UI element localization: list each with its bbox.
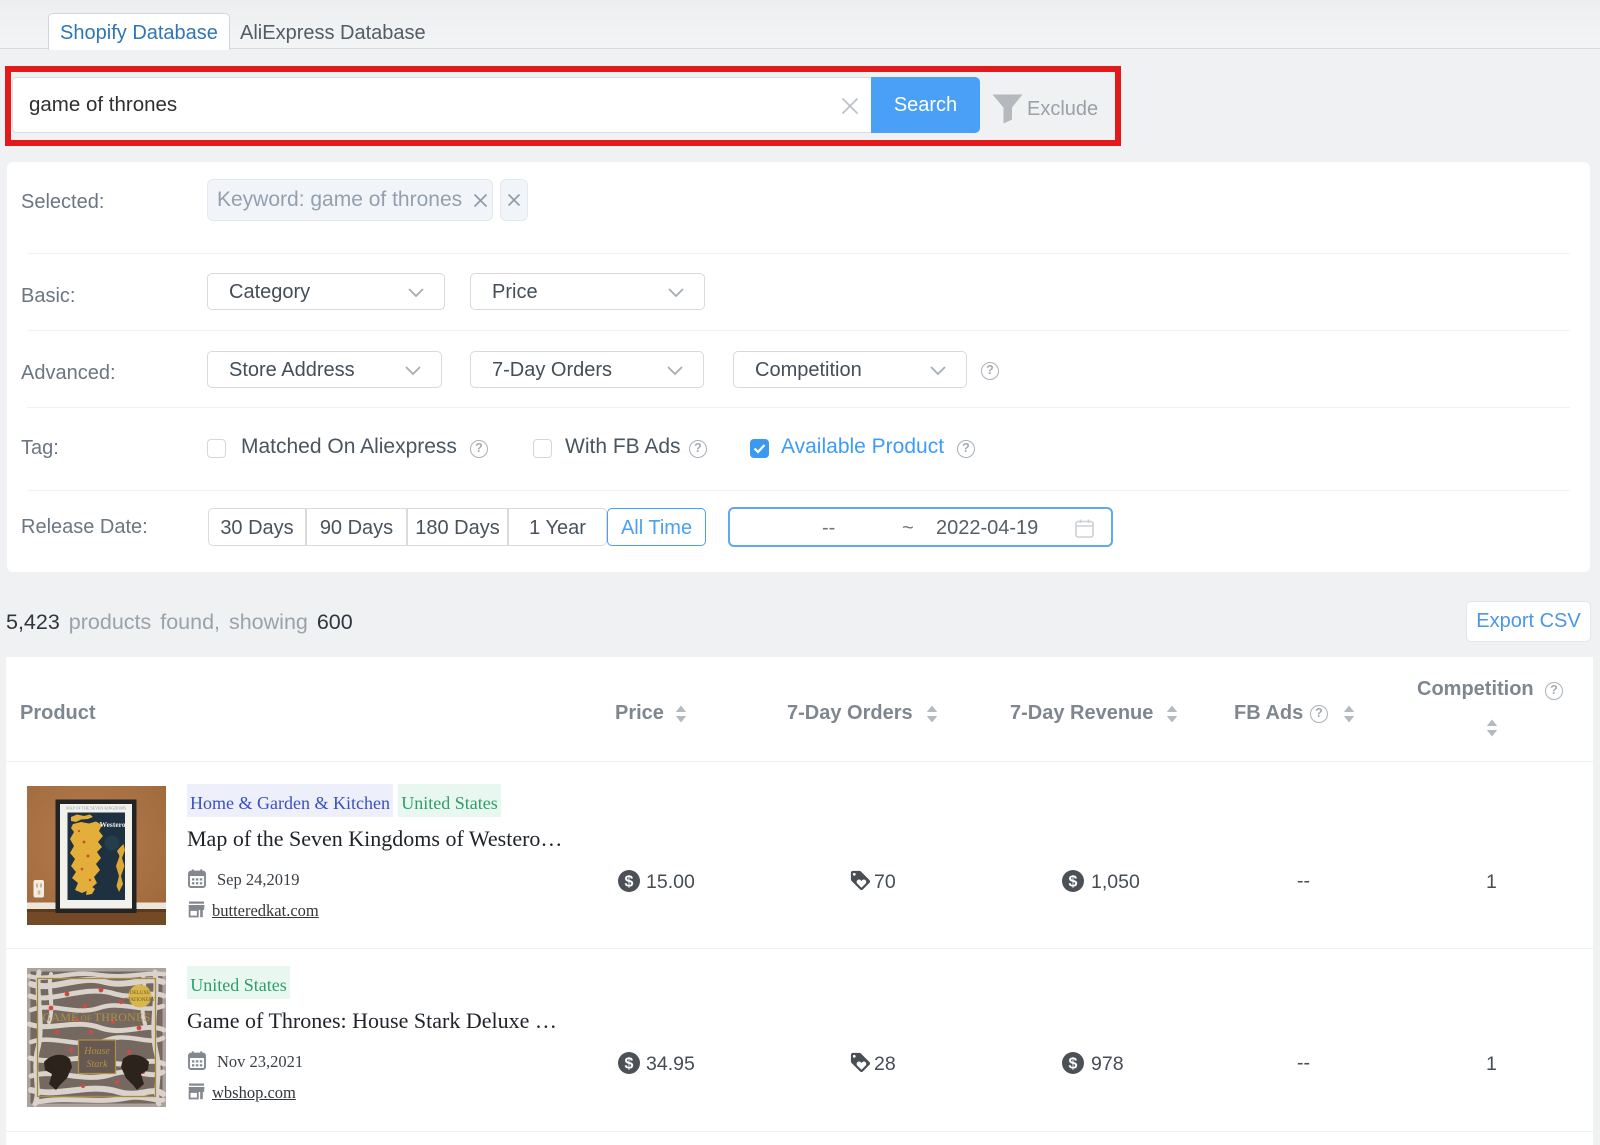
svg-text:Westeros: Westeros — [99, 820, 128, 829]
svg-text:$: $ — [1068, 874, 1077, 891]
svg-text:MAP OF THE SEVEN KINGDOMS: MAP OF THE SEVEN KINGDOMS — [66, 806, 126, 811]
svg-text:$: $ — [624, 1056, 633, 1073]
svg-text:Stark: Stark — [86, 1059, 108, 1070]
svg-text:$: $ — [624, 874, 633, 891]
svg-text:$: $ — [1068, 1056, 1077, 1073]
svg-text:GAME OF THRONES: GAME OF THRONES — [43, 1010, 151, 1024]
svg-text:House: House — [83, 1046, 110, 1057]
svg-text:DELUXE: DELUXE — [130, 991, 150, 996]
svg-text:STATIONERY: STATIONERY — [125, 998, 156, 1003]
